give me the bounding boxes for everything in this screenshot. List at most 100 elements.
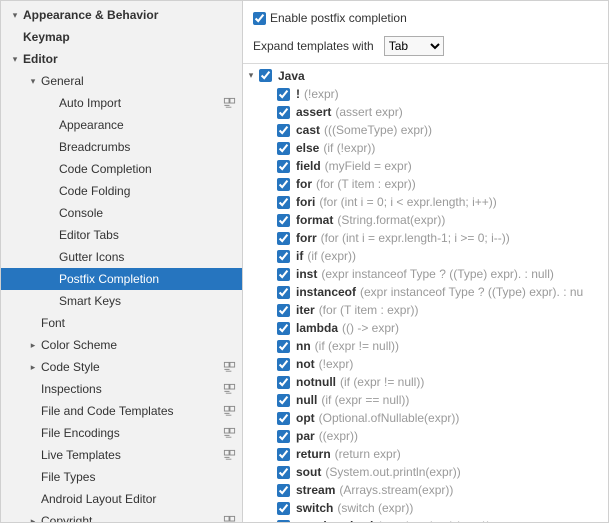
sidebar-item-color-scheme[interactable]: ▸Color Scheme xyxy=(1,334,242,356)
template-checkbox[interactable] xyxy=(277,358,290,371)
template-checkbox[interactable] xyxy=(277,502,290,515)
sidebar-item-label: Copyright xyxy=(39,514,218,522)
template-checkbox[interactable] xyxy=(277,250,290,263)
settings-sidebar[interactable]: ▾Appearance & BehaviorKeymap▾Editor▾Gene… xyxy=(1,1,243,522)
template-checkbox[interactable] xyxy=(277,142,290,155)
sidebar-item-breadcrumbs[interactable]: Breadcrumbs xyxy=(1,136,242,158)
template-checkbox[interactable] xyxy=(277,304,290,317)
template-checkbox[interactable] xyxy=(277,268,290,281)
language-node-java[interactable]: ▾ Java xyxy=(243,66,608,85)
chevron-down-icon[interactable]: ▾ xyxy=(9,54,21,65)
scope-icon xyxy=(222,514,236,522)
template-checkbox[interactable] xyxy=(277,106,290,119)
chevron-down-icon[interactable]: ▾ xyxy=(27,76,39,87)
sidebar-item-file-encodings[interactable]: File Encodings xyxy=(1,422,242,444)
template-desc: (!expr) xyxy=(319,357,354,371)
template-row-if[interactable]: if (if (expr)) xyxy=(243,247,608,265)
templates-tree[interactable]: ▾ Java ! (!expr)assert (assert expr)cast… xyxy=(243,63,608,522)
sidebar-item-inspections[interactable]: Inspections xyxy=(1,378,242,400)
sidebar-item-editor-tabs[interactable]: Editor Tabs xyxy=(1,224,242,246)
enable-postfix-label[interactable]: Enable postfix completion xyxy=(270,11,407,25)
sidebar-item-android-layout-editor[interactable]: Android Layout Editor xyxy=(1,488,242,510)
sidebar-item-editor[interactable]: ▾Editor xyxy=(1,48,242,70)
sidebar-item-live-templates[interactable]: Live Templates xyxy=(1,444,242,466)
template-row-lambda[interactable]: lambda (() -> expr) xyxy=(243,319,608,337)
template-row-else[interactable]: else (if (!expr)) xyxy=(243,139,608,157)
template-row-opt[interactable]: opt (Optional.ofNullable(expr)) xyxy=(243,409,608,427)
template-row-nn[interactable]: nn (if (expr != null)) xyxy=(243,337,608,355)
template-row-synchronized[interactable]: synchronized (synchronized (expr)) xyxy=(243,517,608,522)
template-row-forr[interactable]: forr (for (int i = expr.length-1; i >= 0… xyxy=(243,229,608,247)
sidebar-item-file-and-code-templates[interactable]: File and Code Templates xyxy=(1,400,242,422)
chevron-right-icon[interactable]: ▸ xyxy=(27,362,39,373)
expand-with-select[interactable]: Tab xyxy=(384,36,444,56)
template-row-notnull[interactable]: notnull (if (expr != null)) xyxy=(243,373,608,391)
sidebar-item-auto-import[interactable]: Auto Import xyxy=(1,92,242,114)
template-checkbox[interactable] xyxy=(277,430,290,443)
template-desc: (expr instanceof Type ? ((Type) expr). :… xyxy=(360,285,583,299)
sidebar-item-smart-keys[interactable]: Smart Keys xyxy=(1,290,242,312)
sidebar-item-label: Android Layout Editor xyxy=(39,492,236,506)
template-checkbox[interactable] xyxy=(277,178,290,191)
template-row-par[interactable]: par ((expr)) xyxy=(243,427,608,445)
template-row-cast[interactable]: cast (((SomeType) expr)) xyxy=(243,121,608,139)
template-row-null[interactable]: null (if (expr == null)) xyxy=(243,391,608,409)
template-row-stream[interactable]: stream (Arrays.stream(expr)) xyxy=(243,481,608,499)
chevron-down-icon[interactable]: ▾ xyxy=(9,10,21,21)
template-row-[interactable]: ! (!expr) xyxy=(243,85,608,103)
template-key: fori xyxy=(296,195,315,209)
template-row-instanceof[interactable]: instanceof (expr instanceof Type ? ((Typ… xyxy=(243,283,608,301)
sidebar-item-keymap[interactable]: Keymap xyxy=(1,26,242,48)
sidebar-item-code-style[interactable]: ▸Code Style xyxy=(1,356,242,378)
template-checkbox[interactable] xyxy=(277,412,290,425)
template-checkbox[interactable] xyxy=(277,484,290,497)
chevron-right-icon[interactable]: ▸ xyxy=(27,340,39,351)
template-checkbox[interactable] xyxy=(277,520,290,523)
sidebar-item-font[interactable]: Font xyxy=(1,312,242,334)
sidebar-item-postfix-completion[interactable]: Postfix Completion xyxy=(1,268,242,290)
sidebar-item-gutter-icons[interactable]: Gutter Icons xyxy=(1,246,242,268)
template-checkbox[interactable] xyxy=(277,160,290,173)
template-checkbox[interactable] xyxy=(277,124,290,137)
template-checkbox[interactable] xyxy=(277,196,290,209)
template-row-for[interactable]: for (for (T item : expr)) xyxy=(243,175,608,193)
template-row-switch[interactable]: switch (switch (expr)) xyxy=(243,499,608,517)
template-desc: (if (!expr)) xyxy=(323,141,375,155)
template-row-return[interactable]: return (return expr) xyxy=(243,445,608,463)
sidebar-item-copyright[interactable]: ▸Copyright xyxy=(1,510,242,522)
template-checkbox[interactable] xyxy=(277,214,290,227)
sidebar-item-label: Inspections xyxy=(39,382,218,396)
template-row-iter[interactable]: iter (for (T item : expr)) xyxy=(243,301,608,319)
template-row-format[interactable]: format (String.format(expr)) xyxy=(243,211,608,229)
template-checkbox[interactable] xyxy=(277,322,290,335)
sidebar-item-code-completion[interactable]: Code Completion xyxy=(1,158,242,180)
template-row-field[interactable]: field (myField = expr) xyxy=(243,157,608,175)
template-row-fori[interactable]: fori (for (int i = 0; i < expr.length; i… xyxy=(243,193,608,211)
sidebar-item-file-types[interactable]: File Types xyxy=(1,466,242,488)
sidebar-item-label: Appearance xyxy=(57,118,236,132)
template-checkbox[interactable] xyxy=(277,394,290,407)
chevron-right-icon[interactable]: ▸ xyxy=(27,516,39,523)
template-desc: (synchronized (expr)) xyxy=(377,519,490,522)
sidebar-item-appearance[interactable]: Appearance xyxy=(1,114,242,136)
template-checkbox[interactable] xyxy=(277,286,290,299)
sidebar-item-console[interactable]: Console xyxy=(1,202,242,224)
sidebar-item-appearance-behavior[interactable]: ▾Appearance & Behavior xyxy=(1,4,242,26)
template-checkbox[interactable] xyxy=(277,376,290,389)
template-row-assert[interactable]: assert (assert expr) xyxy=(243,103,608,121)
template-desc: (myField = expr) xyxy=(325,159,412,173)
template-checkbox[interactable] xyxy=(277,466,290,479)
template-checkbox[interactable] xyxy=(277,448,290,461)
language-checkbox[interactable] xyxy=(259,69,272,82)
template-checkbox[interactable] xyxy=(277,340,290,353)
template-row-not[interactable]: not (!expr) xyxy=(243,355,608,373)
template-row-sout[interactable]: sout (System.out.println(expr)) xyxy=(243,463,608,481)
sidebar-item-code-folding[interactable]: Code Folding xyxy=(1,180,242,202)
enable-postfix-checkbox[interactable] xyxy=(253,12,266,25)
sidebar-item-general[interactable]: ▾General xyxy=(1,70,242,92)
template-desc: (if (expr)) xyxy=(307,249,356,263)
template-checkbox[interactable] xyxy=(277,88,290,101)
chevron-down-icon[interactable]: ▾ xyxy=(245,70,257,81)
template-checkbox[interactable] xyxy=(277,232,290,245)
template-row-inst[interactable]: inst (expr instanceof Type ? ((Type) exp… xyxy=(243,265,608,283)
